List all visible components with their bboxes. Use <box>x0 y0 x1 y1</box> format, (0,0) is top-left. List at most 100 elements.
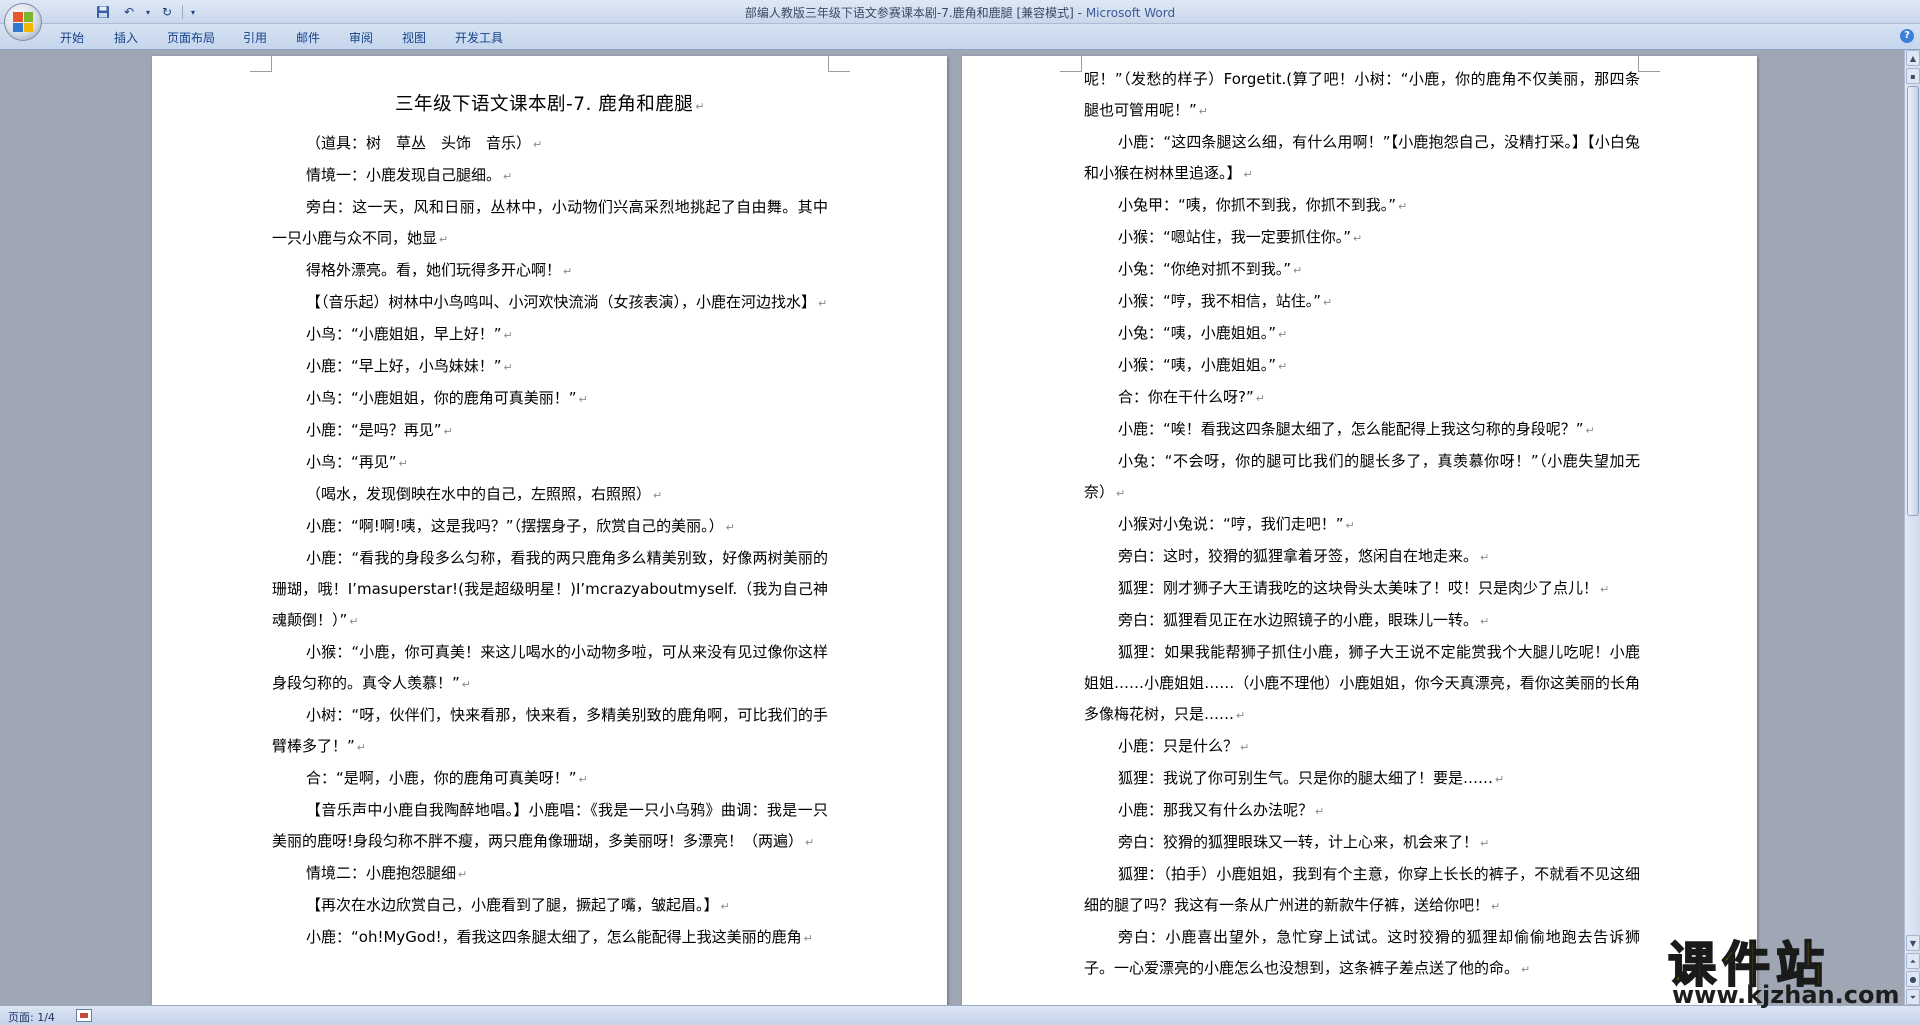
paragraph: 小鸟：“小鹿姐姐，你的鹿角可真美丽！” ↵ <box>272 383 828 415</box>
paragraph-mark-icon: ↵ <box>533 138 543 151</box>
paragraph-mark-icon: ↵ <box>563 265 573 278</box>
paragraph-text: 狐狸：如果我能帮狮子抓住小鹿，狮子大王说不定能赏我个大腿儿吃呢！小鹿姐姐……小鹿… <box>1084 643 1640 723</box>
paragraph-mark-icon: ↵ <box>458 868 468 881</box>
paragraph-mark-icon: ↵ <box>1521 963 1531 976</box>
crop-mark-top-left <box>1060 56 1082 72</box>
paragraph: 狐狸：如果我能帮狮子抓住小鹿，狮子大王说不定能赏我个大腿儿吃呢！小鹿姐姐……小鹿… <box>1084 637 1640 731</box>
paragraph: 狐狸：（拍手）小鹿姐姐，我到有个主意，你穿上长长的裤子，不就看不见这细细的腿了吗… <box>1084 859 1640 922</box>
paragraph-mark-icon: ↵ <box>1353 232 1363 245</box>
tab-mailings[interactable]: 邮件 <box>296 29 320 46</box>
paragraph-text: 旁白：狐狸看见正在水边照镜子的小鹿，眼珠儿一转。 <box>1118 611 1479 629</box>
tab-references[interactable]: 引用 <box>243 29 267 46</box>
next-page-icon[interactable]: ⏷ <box>1906 989 1920 1005</box>
paragraph-mark-icon: ↵ <box>725 521 735 534</box>
paragraph-text: 合：你在干什么呀?” <box>1118 388 1254 406</box>
page-1[interactable]: 三年级下语文课本剧-7. 鹿角和鹿腿 ↵ （道具：树 草丛 头饰 音乐） ↵ 情境一：… <box>152 56 947 1005</box>
scrollbar-thumb[interactable] <box>1907 86 1919 516</box>
tab-developer[interactable]: 开发工具 <box>455 29 503 46</box>
scroll-down-icon[interactable]: ▼ <box>1906 935 1920 951</box>
page-1-text[interactable]: 三年级下语文课本剧-7. 鹿角和鹿腿 ↵ （道具：树 草丛 头饰 音乐） ↵ 情境一：… <box>272 88 828 954</box>
paragraph-text: 小鹿：只是什么？ <box>1118 737 1239 755</box>
office-button[interactable] <box>4 3 42 41</box>
paragraph-mark-icon: ↵ <box>1278 328 1288 341</box>
paragraph: 【（音乐起）树林中小鸟鸣叫、小河欢快流淌（女孩表演），小鹿在河边找水】 ↵ <box>272 287 828 319</box>
paragraph-text: 旁白：狡猾的狐狸眼珠又一转，计上心来，机会来了！ <box>1118 833 1479 851</box>
paragraph: 小鹿：“看我的身段多么匀称，看我的两只鹿角多么精美别致，好像两树美丽的珊瑚，哦！… <box>272 543 828 637</box>
paragraph-mark-icon: ↵ <box>1278 360 1288 373</box>
paragraph: （喝水，发现倒映在水中的自己，左照照，右照照） ↵ <box>272 479 828 511</box>
paragraph: 小树：“呀，伙伴们，快来看那，快来看，多精美别致的鹿角啊，可比我们的手臂棒多了！… <box>272 700 828 763</box>
paragraph: 小猴：“小鹿，你可真美！来这儿喝水的小动物多啦，可从来没有见过像你这样身段匀称的… <box>272 637 828 700</box>
paragraph: 【音乐声中小鹿自我陶醉地唱。】小鹿唱：《我是一只小乌鸦》曲调：我是一只美丽的鹿呀… <box>272 795 828 858</box>
scroll-up-icon[interactable]: ▲ <box>1906 50 1920 66</box>
paragraph: 小猴：“咦，小鹿姐姐。” ↵ <box>1084 350 1640 382</box>
paragraph-mark-icon: ↵ <box>1345 519 1355 532</box>
paragraph-text: 小猴对小兔说：“哼，我们走吧！” <box>1118 515 1344 533</box>
paragraph: 狐狸：刚才狮子大王请我吃的这块骨头太美味了！哎！只是肉少了点儿！ ↵ <box>1084 573 1640 605</box>
vertical-scrollbar[interactable]: ▲ ▪ ▼ ⏶ ● ⏷ <box>1904 50 1920 1005</box>
paragraph-mark-icon: ↵ <box>1243 168 1253 181</box>
paragraph: 合：你在干什么呀?” ↵ <box>1084 382 1640 414</box>
tab-home[interactable]: 开始 <box>60 29 84 46</box>
paragraph-mark-icon: ↵ <box>1255 392 1265 405</box>
paragraph-mark-icon: ↵ <box>398 457 408 470</box>
page-2[interactable]: 呢！”（发愁的样子）Forgetit.(算了吧！小树：“小鹿，你的鹿角不仅美丽，… <box>962 56 1757 1005</box>
paragraph: 小兔：“不会呀，你的腿可比我们的腿长多了，真羡慕你呀！”（小鹿失望加无奈） ↵ <box>1084 446 1640 509</box>
watermark-url: www.kjzhan.com <box>1672 981 1900 1009</box>
paragraph-mark-icon: ↵ <box>1600 583 1610 596</box>
paragraph-text: 小兔：“不会呀，你的腿可比我们的腿长多了，真羡慕你呀！”（小鹿失望加无奈） <box>1084 452 1640 501</box>
paragraph-text: 小鹿：“是吗？再见” <box>306 421 442 439</box>
paragraph-text: 小兔：“咦，小鹿姐姐。” <box>1118 324 1277 342</box>
document-title: 三年级下语文课本剧-7. 鹿角和鹿腿 ↵ <box>395 94 705 115</box>
tab-view[interactable]: 视图 <box>402 29 426 46</box>
paragraph-mark-icon: ↵ <box>818 297 828 310</box>
paragraph: 【再次在水边欣赏自己，小鹿看到了腿，撅起了嘴，皱起眉。】 ↵ <box>272 890 828 922</box>
macro-record-icon[interactable] <box>76 1009 92 1022</box>
paragraph-text: 狐狸：我说了你可别生气。只是你的腿太细了！要是…… <box>1118 769 1494 787</box>
paragraph-text: 小鹿：那我又有什么办法呢？ <box>1118 801 1314 819</box>
paragraph: 小兔甲：“咦，你抓不到我，你抓不到我。” ↵ <box>1084 190 1640 222</box>
paragraph-text: 小鹿：“oh!MyGod!，看我这四条腿太细了，怎么能配得上我这美丽的鹿角 <box>306 928 802 946</box>
paragraph-mark-icon: ↵ <box>1491 900 1501 913</box>
paragraph-mark-icon: ↵ <box>803 932 813 945</box>
paragraph: 小猴对小兔说：“哼，我们走吧！” ↵ <box>1084 509 1640 541</box>
status-bar: 页面: 1/4 <box>0 1005 1920 1025</box>
paragraph-mark-icon: ↵ <box>443 425 453 438</box>
paragraph: 情境一：小鹿发现自己腿细。 ↵ <box>272 160 828 192</box>
paragraph-text: 小鹿：“唉！看我这四条腿太细了，怎么能配得上我这匀称的身段呢？” <box>1118 420 1584 438</box>
paragraph-mark-icon: ↵ <box>805 836 815 849</box>
tab-review[interactable]: 审阅 <box>349 29 373 46</box>
paragraph-mark-icon: ↵ <box>1236 709 1246 722</box>
paragraph: 得格外漂亮。看，她们玩得多开心啊！ ↵ <box>272 255 828 287</box>
ruler-toggle-icon[interactable]: ▪ <box>1906 68 1920 84</box>
paragraph-mark-icon: ↵ <box>1480 551 1490 564</box>
tab-insert[interactable]: 插入 <box>114 29 138 46</box>
paragraph-mark-icon: ↵ <box>1315 805 1325 818</box>
page-1-paragraphs: （道具：树 草丛 头饰 音乐） ↵ 情境一：小鹿发现自己腿细。 ↵ 旁白：这一天，风和日… <box>272 128 828 954</box>
paragraph-text: 【再次在水边欣赏自己，小鹿看到了腿，撅起了嘴，皱起眉。】 <box>306 896 719 914</box>
help-icon[interactable]: ? <box>1900 29 1914 43</box>
crop-mark-top-right <box>1638 56 1660 72</box>
paragraph-mark-icon: ↵ <box>349 615 359 628</box>
paragraph: （道具：树 草丛 头饰 音乐） ↵ <box>272 128 828 160</box>
page-2-text[interactable]: 呢！”（发愁的样子）Forgetit.(算了吧！小树：“小鹿，你的鹿角不仅美丽，… <box>1084 64 1640 985</box>
paragraph: 旁白：这一天，风和日丽，丛林中，小动物们兴高采烈地挑起了自由舞。其中一只小鹿与众… <box>272 192 828 255</box>
paragraph: 旁白：这时，狡猾的狐狸拿着牙签，悠闲自在地走来。 ↵ <box>1084 541 1640 573</box>
paragraph-mark-icon: ↵ <box>461 678 471 691</box>
paragraph-text: 小猴：“嗯站住，我一定要抓住你。” <box>1118 228 1352 246</box>
paragraph-mark-icon: ↵ <box>503 170 513 183</box>
paragraph-text: 狐狸：（拍手）小鹿姐姐，我到有个主意，你穿上长长的裤子，不就看不见这细细的腿了吗… <box>1084 865 1640 914</box>
paragraph: 小鹿：“唉！看我这四条腿太细了，怎么能配得上我这匀称的身段呢？” ↵ <box>1084 414 1640 446</box>
paragraph-mark-icon: ↵ <box>503 361 513 374</box>
paragraph-mark-icon: ↵ <box>578 773 588 786</box>
document-workspace[interactable]: 三年级下语文课本剧-7. 鹿角和鹿腿 ↵ （道具：树 草丛 头饰 音乐） ↵ 情境一：… <box>0 50 1904 1005</box>
select-browse-object-icon[interactable]: ● <box>1906 971 1920 987</box>
tab-page-layout[interactable]: 页面布局 <box>167 29 215 46</box>
paragraph: 小兔：“你绝对抓不到我。” ↵ <box>1084 254 1640 286</box>
previous-page-icon[interactable]: ⏶ <box>1906 953 1920 969</box>
paragraph: 狐狸：我说了你可别生气。只是你的腿太细了！要是…… ↵ <box>1084 763 1640 795</box>
paragraph: 小鹿：那我又有什么办法呢？ ↵ <box>1084 795 1640 827</box>
page-indicator[interactable]: 页面: 1/4 <box>8 1009 55 1025</box>
paragraph: 旁白：狡猾的狐狸眼珠又一转，计上心来，机会来了！ ↵ <box>1084 827 1640 859</box>
paragraph: 小鹿：只是什么？ ↵ <box>1084 731 1640 763</box>
